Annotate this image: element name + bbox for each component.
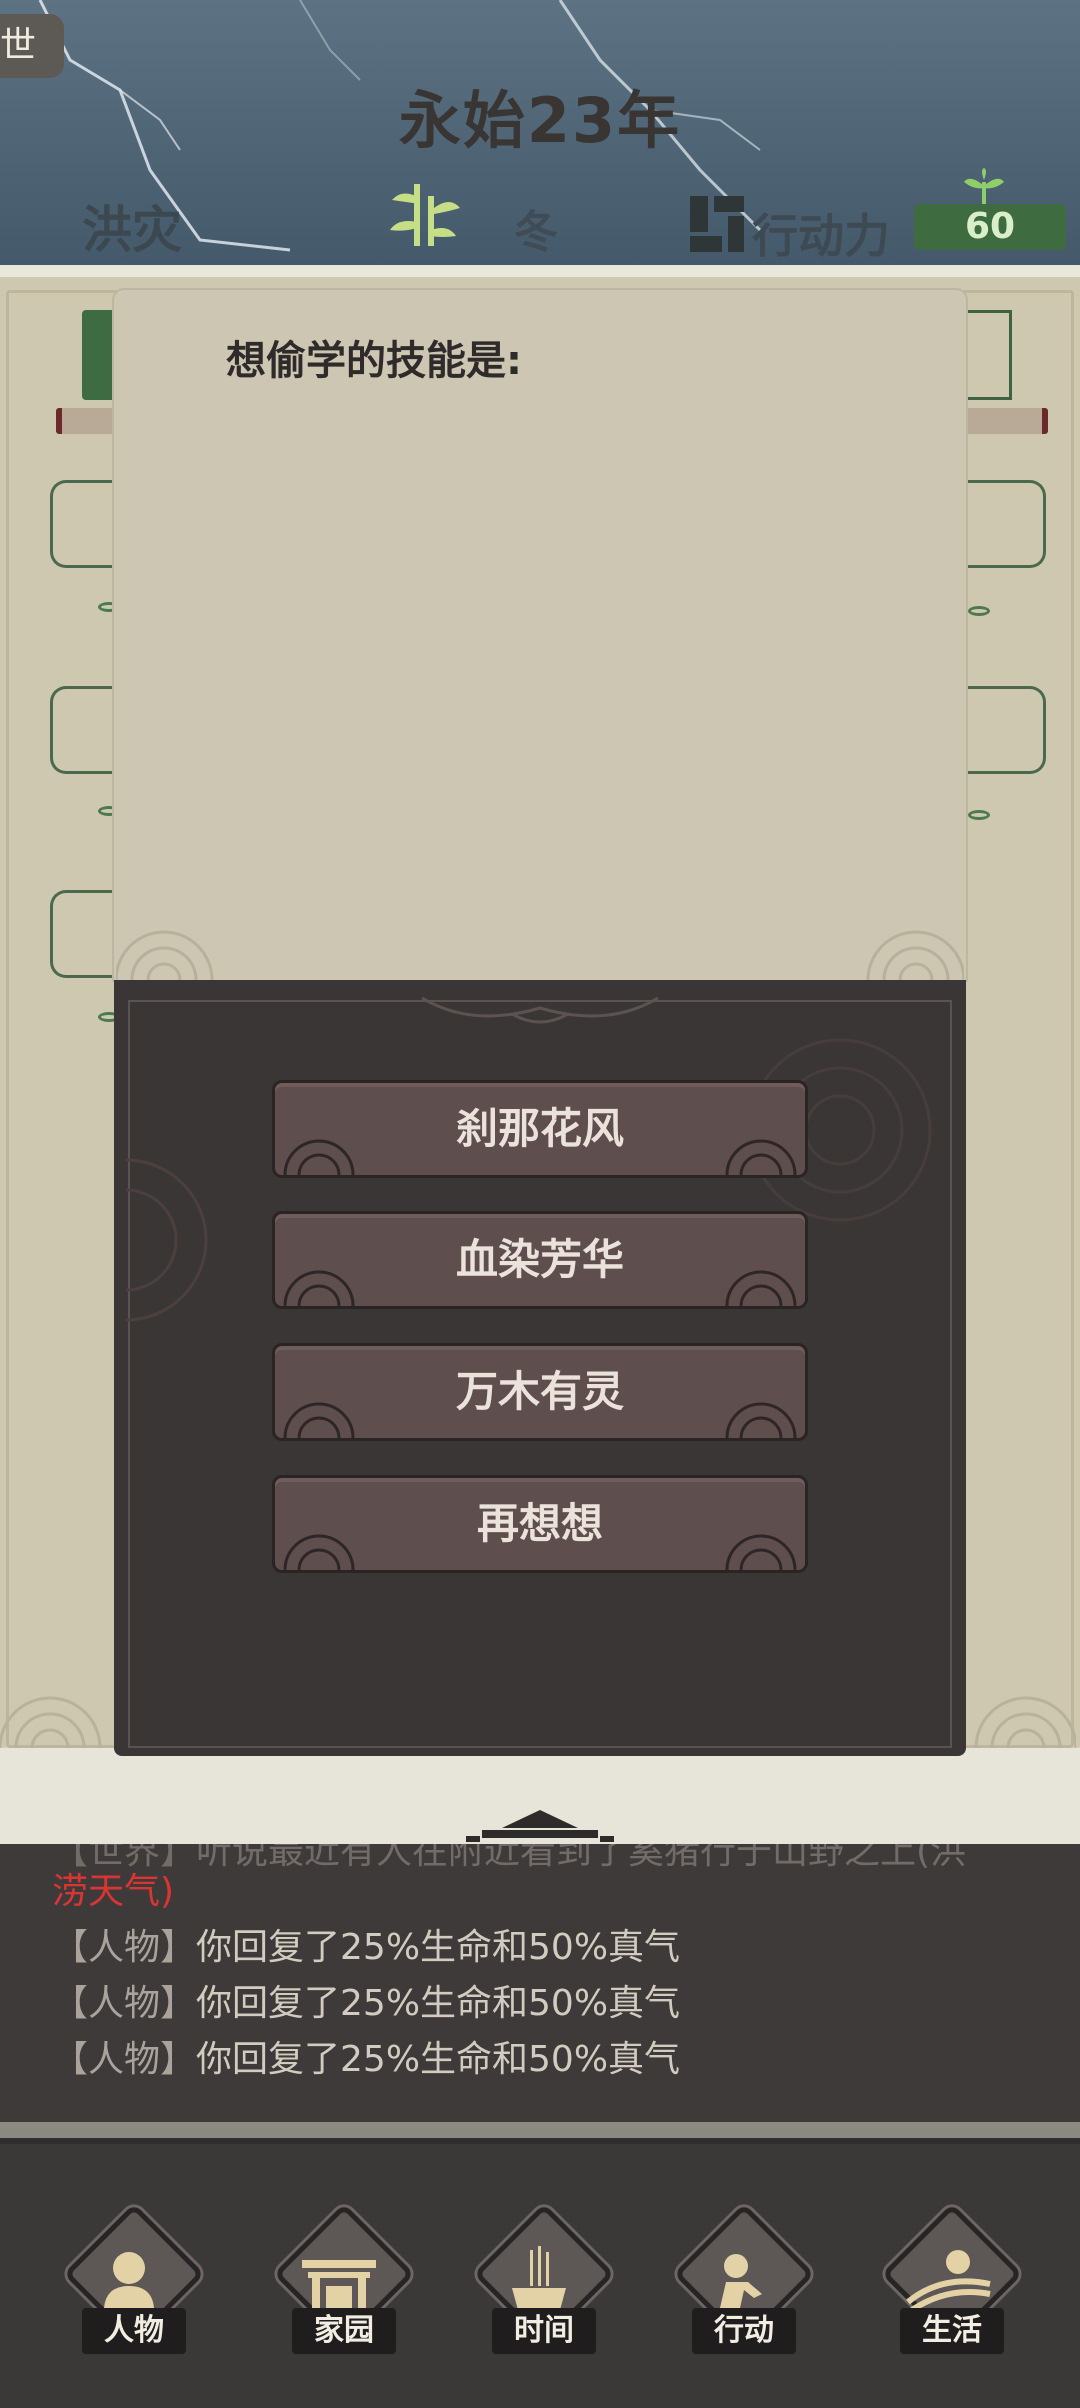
bamboo-icon [390,184,460,246]
cloud-pattern [725,1534,797,1570]
year-title: 永始23年 [398,84,682,157]
action-points-value: 60 [914,204,1066,250]
option-label: 万木有灵 [455,1367,624,1416]
nav-item-life[interactable]: 生活 [872,2203,1023,2360]
nav-divider [0,2138,1080,2144]
log-expand-handle[interactable] [462,1802,618,1846]
sprout-icon [964,168,1004,208]
cloud-pattern [866,930,964,980]
nav-item-time[interactable]: 时间 [464,2203,615,2360]
cloud-pattern-right [974,1696,1076,1748]
leaf-icon [968,810,990,820]
nav-label-life: 生活 [900,2308,1004,2354]
dialog-title: 想偷学的技能是: [226,338,522,384]
dialog-content-panel [114,290,966,980]
swirl-decoration [126,1158,208,1322]
nav-label-character: 人物 [82,2308,186,2354]
message-log[interactable]: 【世界】听说最近有人在附近看到了奚猪行于山野之上(洪 涝天气) 【人物】你回复了… [0,1844,1080,2122]
cloud-pattern [283,1402,355,1438]
cloud-pattern [725,1139,797,1175]
cloud-pattern [283,1534,355,1570]
nav-label-home: 家园 [292,2308,396,2354]
top-status-bar: 世 永始23年 洪灾 冬 行动力 60 [0,0,1080,265]
nav-item-home[interactable]: 家园 [264,2203,415,2360]
nav-label-time: 时间 [492,2308,596,2354]
background-tab-right [966,310,1012,400]
option-label: 再想想 [476,1499,603,1548]
skill-option-button[interactable]: 刹那花风 [272,1080,808,1178]
ornament-top [421,996,659,1024]
world-tab[interactable]: 世 [0,14,64,78]
action-points-icon [690,196,744,252]
cloud-pattern [725,1270,797,1306]
nav-label-action: 行动 [692,2308,796,2354]
skill-option-button[interactable]: 万木有灵 [272,1343,808,1441]
log-line: 【人物】你回复了25%生命和50%真气 [52,1927,681,1968]
cloud-pattern [283,1139,355,1175]
log-line-red: 涝天气) [52,1871,175,1912]
action-points-label: 行动力 [752,209,890,263]
nav-item-character[interactable]: 人物 [54,2203,205,2360]
option-label: 刹那花风 [455,1104,624,1153]
season-label: 冬 [514,207,558,258]
background-bar-left [56,408,122,434]
background-bar-right [964,408,1048,434]
log-line: 【人物】你回复了25%生命和50%真气 [52,1983,681,2024]
option-label: 血染芳华 [455,1235,624,1284]
log-line: 【人物】你回复了25%生命和50%真气 [52,2039,681,2080]
leaf-icon [968,606,990,616]
nav-item-action[interactable]: 行动 [664,2203,815,2360]
cloud-pattern [283,1270,355,1306]
cancel-button[interactable]: 再想想 [272,1475,808,1573]
weather-label: 洪灾 [82,201,182,259]
header-divider [0,265,1080,277]
cloud-pattern-left [0,1696,102,1748]
cloud-pattern [725,1402,797,1438]
cloud-pattern [116,930,214,980]
log-divider [0,2122,1080,2138]
log-line-partial: 【世界】听说最近有人在附近看到了奚猪行于山野之上(洪 [52,1844,967,1872]
skill-option-button[interactable]: 血染芳华 [272,1211,808,1309]
